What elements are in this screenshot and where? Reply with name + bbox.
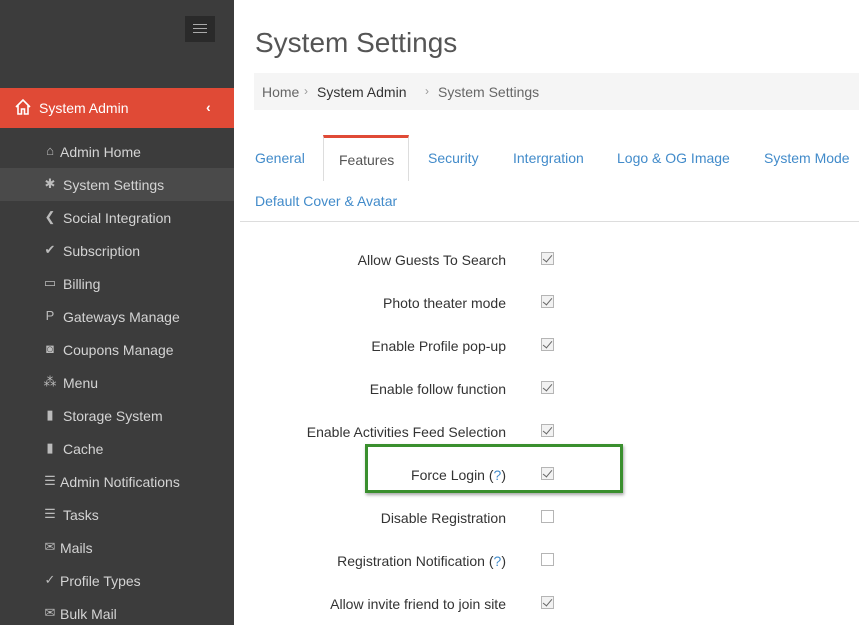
tab-default-cover-avatar[interactable]: Default Cover & Avatar bbox=[255, 193, 397, 209]
check-circle-icon: ✓ bbox=[44, 572, 56, 587]
sidebar-item-label: Storage System bbox=[63, 408, 163, 424]
sidebar-section-system-admin[interactable]: System Admin ‹ bbox=[0, 88, 234, 128]
share-icon: ❮ bbox=[44, 209, 56, 224]
sidebar-item-label: System Settings bbox=[63, 177, 165, 193]
sidebar-item-mails[interactable]: ✉ Mails bbox=[0, 531, 234, 564]
setting-checkbox[interactable] bbox=[541, 596, 554, 609]
sidebar-item-storage-system[interactable]: ▮ Storage System bbox=[0, 399, 234, 432]
sidebar: System Admin ‹ ⌂ Admin Home ✱ System Settin… bbox=[0, 0, 234, 625]
setting-label-text: Photo theater mode bbox=[383, 295, 506, 311]
setting-checkbox[interactable] bbox=[541, 424, 554, 437]
sidebar-item-profile-types[interactable]: ✓ Profile Types bbox=[0, 564, 234, 597]
money-icon: ◙ bbox=[46, 341, 54, 356]
highlight-box bbox=[365, 444, 623, 493]
setting-label-text: Enable Activities Feed Selection bbox=[306, 424, 506, 440]
help-link[interactable]: ? bbox=[494, 553, 502, 569]
sidebar-item-cache[interactable]: ▮ Cache bbox=[0, 432, 234, 465]
setting-label-text: Disable Registration bbox=[380, 510, 506, 526]
chevron-right-icon: › bbox=[304, 84, 308, 98]
help-wrapper: (?) bbox=[484, 553, 506, 569]
tab-general[interactable]: General bbox=[255, 150, 305, 166]
setting-label-text: Enable follow function bbox=[369, 381, 506, 397]
setting-checkbox[interactable] bbox=[541, 295, 554, 308]
breadcrumb-home-link[interactable]: Home bbox=[262, 84, 299, 100]
setting-checkbox[interactable] bbox=[541, 510, 554, 523]
setting-checkbox[interactable] bbox=[541, 381, 554, 394]
sidebar-item-label: Gateways Manage bbox=[63, 309, 180, 325]
sidebar-item-billing[interactable]: ▭ Billing bbox=[0, 267, 234, 300]
chevron-right-icon: › bbox=[425, 84, 429, 98]
setting-label: Allow Guests To Search bbox=[358, 252, 506, 268]
breadcrumb-current: System Settings bbox=[438, 84, 540, 100]
sidebar-item-label: Subscription bbox=[63, 243, 141, 259]
setting-checkbox[interactable] bbox=[541, 252, 554, 265]
sidebar-item-coupons-manage[interactable]: ◙ Coupons Manage bbox=[0, 333, 234, 366]
tab-logo-og-image[interactable]: Logo & OG Image bbox=[617, 150, 730, 166]
breadcrumb-section-link[interactable]: System Admin bbox=[317, 84, 406, 100]
sidebar-item-label: Admin Notifications bbox=[60, 474, 180, 490]
home-icon: ⌂ bbox=[46, 143, 54, 158]
sidebar-item-subscription[interactable]: ✔ Subscription bbox=[0, 234, 234, 267]
sidebar-item-system-settings[interactable]: ✱ System Settings bbox=[0, 168, 234, 201]
setting-label: Disable Registration bbox=[381, 510, 506, 526]
sidebar-item-label: Cache bbox=[63, 441, 104, 457]
setting-label: Registration Notification (?) bbox=[337, 553, 506, 569]
sidebar-item-label: Social Integration bbox=[63, 210, 172, 226]
setting-label: Allow invite friend to join site bbox=[330, 596, 506, 612]
sidebar-item-label: Profile Types bbox=[60, 573, 141, 589]
setting-label: Enable follow function bbox=[370, 381, 506, 397]
credit-card-icon: ▭ bbox=[43, 275, 57, 290]
sidebar-item-admin-home[interactable]: ⌂ Admin Home bbox=[0, 135, 234, 168]
sidebar-menu: ⌂ Admin Home ✱ System Settings ❮ Social Integ… bbox=[0, 135, 234, 625]
sidebar-item-tasks[interactable]: ☰ Tasks bbox=[0, 498, 234, 531]
envelope-icon: ✉ bbox=[44, 605, 56, 620]
list-icon: ☰ bbox=[44, 506, 56, 521]
setting-label-text: Allow Guests To Search bbox=[357, 252, 506, 268]
hamburger-menu-icon[interactable] bbox=[185, 16, 215, 42]
main-content: System Settings Home › System Admin › Sy… bbox=[234, 0, 859, 625]
sidebar-item-admin-notifications[interactable]: ☰ Admin Notifications bbox=[0, 465, 234, 498]
sidebar-item-label: Menu bbox=[63, 375, 99, 391]
sidebar-item-label: Tasks bbox=[63, 507, 99, 523]
tab-intergration[interactable]: Intergration bbox=[513, 150, 584, 166]
sitemap-icon: ⁂ bbox=[43, 374, 57, 389]
sidebar-item-label: Bulk Mail bbox=[60, 606, 117, 622]
tab-features[interactable]: Features bbox=[323, 135, 409, 181]
setting-label: Enable Profile pop-up bbox=[371, 338, 506, 354]
file-icon: ▮ bbox=[46, 440, 54, 455]
chevron-left-icon[interactable]: ‹ bbox=[206, 99, 211, 115]
setting-label-text: Allow invite friend to join site bbox=[330, 596, 506, 612]
sidebar-item-gateways-manage[interactable]: P Gateways Manage bbox=[0, 300, 234, 333]
breadcrumb: Home › System Admin › System Settings bbox=[254, 73, 859, 110]
sidebar-item-label: Mails bbox=[60, 540, 93, 556]
tab-security[interactable]: Security bbox=[428, 150, 479, 166]
check-icon: ✔ bbox=[44, 242, 56, 257]
page-title: System Settings bbox=[255, 27, 458, 58]
setting-checkbox[interactable] bbox=[541, 553, 554, 566]
gear-icon: ✱ bbox=[44, 176, 56, 191]
paypal-icon: P bbox=[45, 308, 55, 323]
sidebar-item-social-integration[interactable]: ❮ Social Integration bbox=[0, 201, 234, 234]
sidebar-item-menu[interactable]: ⁂ Menu bbox=[0, 366, 234, 399]
tab-system-mode[interactable]: System Mode bbox=[764, 150, 850, 166]
setting-label: Enable Activities Feed Selection bbox=[307, 424, 506, 440]
setting-checkbox[interactable] bbox=[541, 338, 554, 351]
home-icon bbox=[15, 98, 31, 115]
tabs-divider bbox=[240, 221, 859, 222]
tab-features-label: Features bbox=[339, 152, 395, 168]
sidebar-section-title: System Admin bbox=[39, 100, 129, 116]
file-icon: ▮ bbox=[46, 407, 54, 422]
envelope-icon: ✉ bbox=[44, 539, 56, 554]
list-icon: ☰ bbox=[44, 473, 56, 488]
sidebar-item-bulk-mail[interactable]: ✉ Bulk Mail bbox=[0, 597, 234, 625]
setting-label-text: Registration Notification bbox=[337, 553, 485, 569]
sidebar-item-label: Billing bbox=[63, 276, 101, 292]
setting-label: Photo theater mode bbox=[383, 295, 506, 311]
setting-label-text: Enable Profile pop-up bbox=[371, 338, 506, 354]
sidebar-item-label: Admin Home bbox=[60, 144, 141, 160]
sidebar-item-label: Coupons Manage bbox=[63, 342, 174, 358]
